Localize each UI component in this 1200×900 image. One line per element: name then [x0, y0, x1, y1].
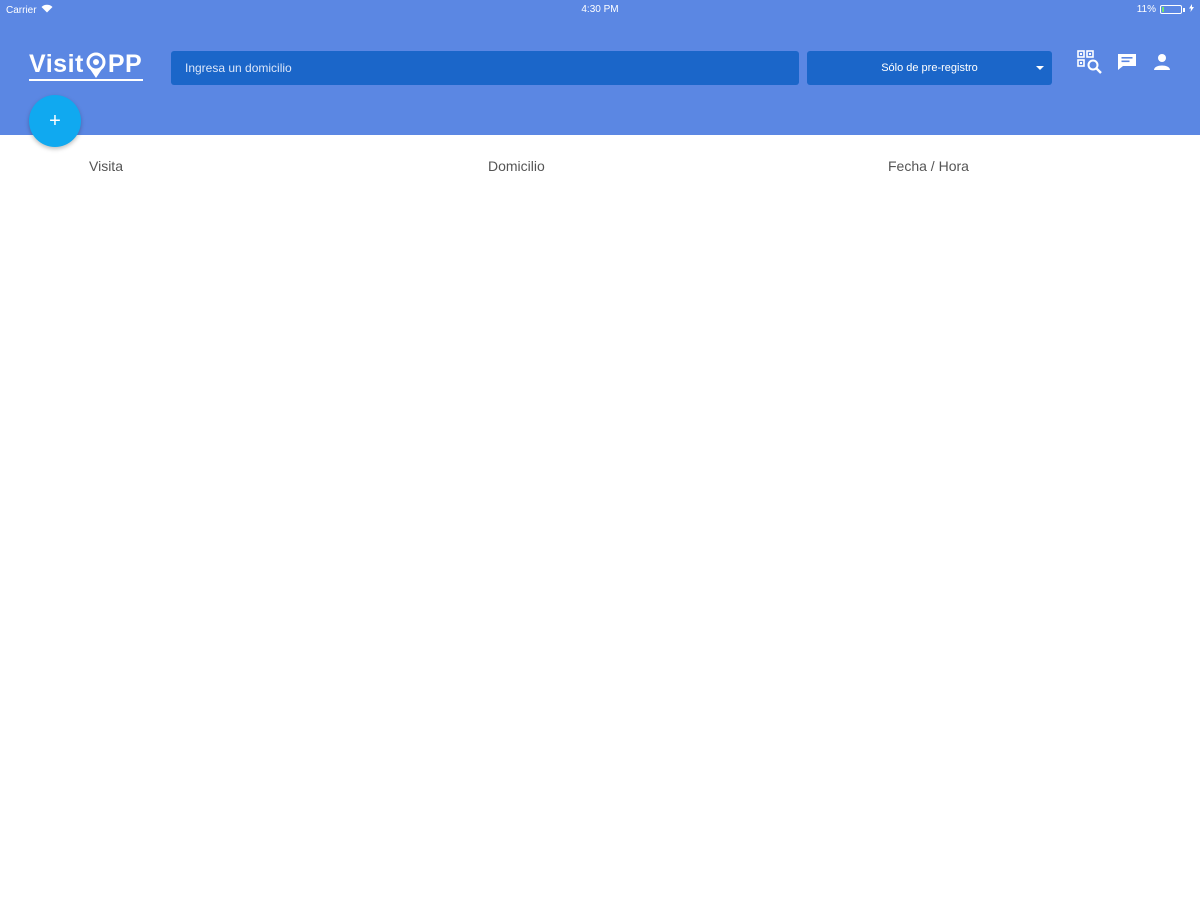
column-header-domicilio: Domicilio	[488, 158, 545, 174]
location-pin-icon	[85, 50, 107, 80]
battery-tip	[1183, 7, 1185, 12]
battery-fill	[1162, 7, 1164, 12]
app-header: Carrier 4:30 PM 11% Visit PP Ingresa un …	[0, 0, 1200, 135]
logo-text-left: Visit	[29, 50, 84, 78]
qr-search-button[interactable]	[1077, 50, 1103, 74]
user-icon	[1152, 52, 1172, 72]
messages-button[interactable]	[1115, 50, 1139, 74]
qr-search-icon	[1077, 50, 1103, 74]
logo-text-right: PP	[107, 50, 143, 78]
battery-icon	[1160, 5, 1182, 14]
add-visit-button[interactable]: +	[29, 95, 81, 147]
status-bar: Carrier 4:30 PM 11%	[0, 0, 1200, 20]
charging-icon	[1189, 4, 1194, 15]
filter-selected-value: Sólo de pre-registro	[881, 62, 978, 74]
registration-filter-select[interactable]: Sólo de pre-registro	[807, 51, 1052, 85]
chevron-down-icon	[1036, 66, 1044, 70]
column-header-fecha-hora: Fecha / Hora	[888, 158, 969, 174]
status-time: 4:30 PM	[581, 4, 619, 15]
address-search-input[interactable]	[171, 51, 799, 85]
message-icon	[1116, 52, 1138, 72]
visits-table-header: Visita Domicilio Fecha / Hora	[0, 158, 1200, 178]
plus-icon: +	[49, 109, 61, 132]
column-header-visita: Visita	[89, 158, 123, 174]
logo-underline	[29, 79, 143, 81]
battery-percent: 11%	[1136, 4, 1156, 15]
battery-indicator: 11%	[1137, 4, 1194, 15]
visitapp-logo[interactable]: Visit PP	[29, 50, 145, 84]
profile-button[interactable]	[1150, 50, 1174, 74]
